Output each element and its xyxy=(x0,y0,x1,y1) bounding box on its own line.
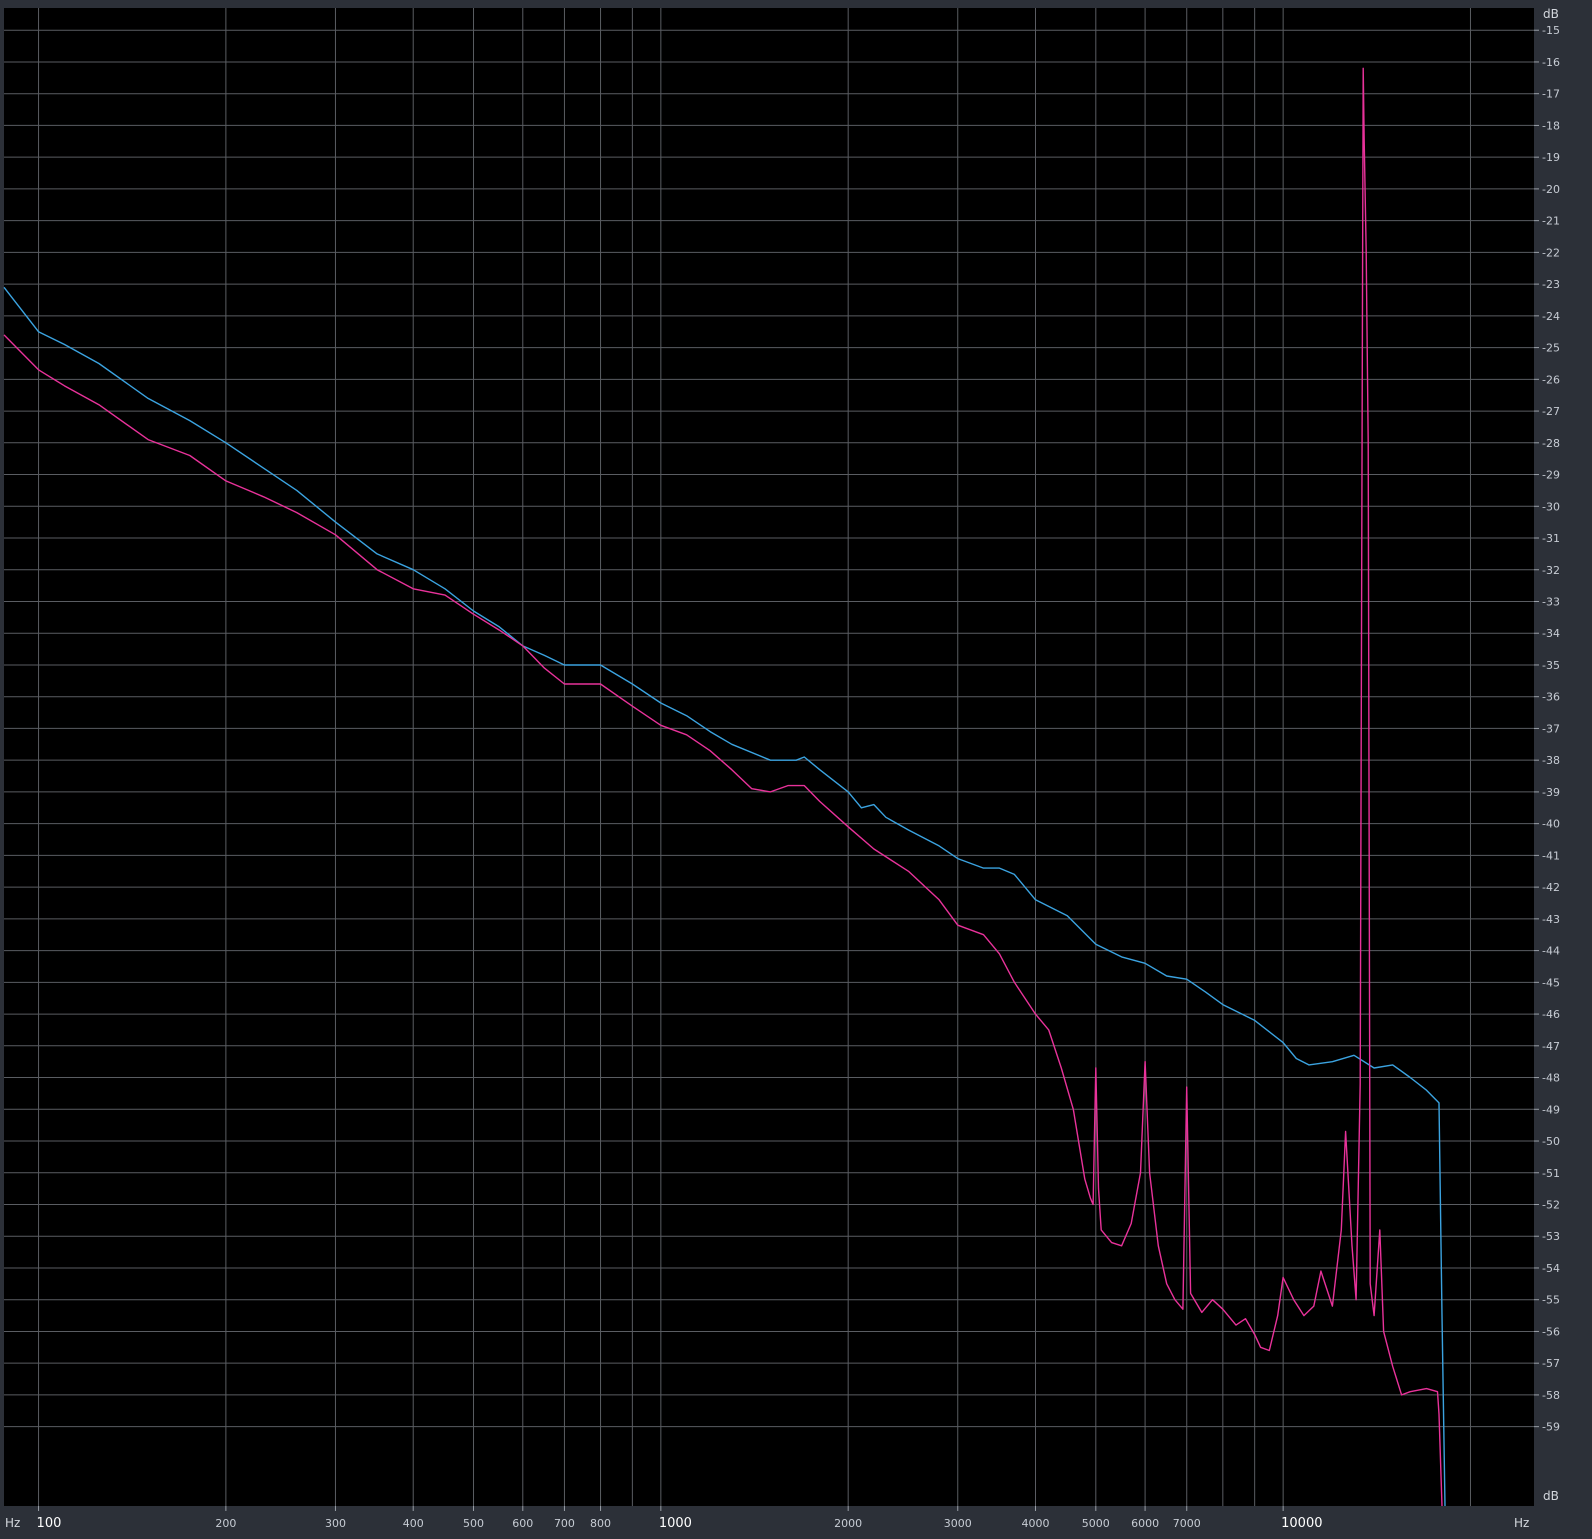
x-tick-label: 300 xyxy=(325,1517,346,1530)
y-tick-label: -40 xyxy=(1542,818,1560,831)
y-tick-label: -31 xyxy=(1542,532,1560,545)
y-tick-label: -45 xyxy=(1542,976,1560,989)
y-tick-label: -33 xyxy=(1542,595,1560,608)
spectrum-analyzer-window: 100 200 300 400 500 600 700 800 1000 2000 3000 4000… xyxy=(0,0,1592,1539)
y-tick-label: -30 xyxy=(1542,500,1560,513)
y-tick-label: -50 xyxy=(1542,1135,1560,1148)
y-tick-label: -22 xyxy=(1542,246,1560,259)
x-tick-label: 2000 xyxy=(834,1517,862,1530)
y-tick-label: -36 xyxy=(1542,691,1560,704)
y-tick-label: -48 xyxy=(1542,1072,1560,1085)
db-unit-label-bottom: dB xyxy=(1543,1489,1559,1503)
db-unit-label-top: dB xyxy=(1543,7,1559,21)
y-tick-label: -39 xyxy=(1542,786,1560,799)
y-tick-label: -34 xyxy=(1542,627,1560,640)
y-tick-label: -58 xyxy=(1542,1389,1560,1402)
hz-unit-label-right: Hz xyxy=(1514,1516,1529,1530)
plot-area xyxy=(4,8,1534,1506)
x-tick-label: 100 xyxy=(37,1516,62,1531)
x-tick-label: 500 xyxy=(463,1517,484,1530)
y-tick-label: -52 xyxy=(1542,1198,1560,1211)
x-tick-label: 4000 xyxy=(1022,1517,1050,1530)
x-tick-label: 800 xyxy=(590,1517,611,1530)
y-tick-label: -51 xyxy=(1542,1167,1560,1180)
y-tick-label: -16 xyxy=(1542,56,1560,69)
x-tick-label: 7000 xyxy=(1173,1517,1201,1530)
hz-unit-label-left: Hz xyxy=(5,1516,20,1530)
y-tick-label: -37 xyxy=(1542,722,1560,735)
x-tick-label: 3000 xyxy=(944,1517,972,1530)
y-tick-label: -23 xyxy=(1542,278,1560,291)
frequency-axis-labels: 100 200 300 400 500 600 700 800 1000 2000 3000 4000… xyxy=(37,1506,1322,1531)
y-tick-label: -15 xyxy=(1542,24,1560,37)
y-tick-label: -28 xyxy=(1542,437,1560,450)
y-tick-label: -29 xyxy=(1542,469,1560,482)
db-axis-labels: -15 -16 -17 -18 -19 -20 -21 -22 -23 -24 -25 -26 -27 -… xyxy=(1534,24,1560,1434)
y-tick-label: -24 xyxy=(1542,310,1560,323)
x-tick-label: 6000 xyxy=(1131,1517,1159,1530)
spectrum-plot: 100 200 300 400 500 600 700 800 1000 2000 3000 4000… xyxy=(3,7,1560,1531)
y-tick-label: -35 xyxy=(1542,659,1560,672)
y-tick-label: -44 xyxy=(1542,945,1560,958)
x-tick-label: 10000 xyxy=(1281,1516,1322,1531)
y-tick-label: -26 xyxy=(1542,373,1560,386)
y-tick-label: -21 xyxy=(1542,215,1560,228)
x-tick-label: 700 xyxy=(554,1517,575,1530)
y-tick-label: -47 xyxy=(1542,1040,1560,1053)
x-tick-label: 400 xyxy=(403,1517,424,1530)
y-tick-label: -56 xyxy=(1542,1325,1560,1338)
y-tick-label: -59 xyxy=(1542,1421,1560,1434)
y-tick-label: -27 xyxy=(1542,405,1560,418)
y-tick-label: -43 xyxy=(1542,913,1560,926)
y-tick-label: -53 xyxy=(1542,1230,1560,1243)
y-tick-label: -42 xyxy=(1542,881,1560,894)
y-tick-label: -54 xyxy=(1542,1262,1560,1275)
y-tick-label: -46 xyxy=(1542,1008,1560,1021)
y-tick-label: -17 xyxy=(1542,88,1560,101)
y-tick-label: -38 xyxy=(1542,754,1560,767)
y-tick-label: -20 xyxy=(1542,183,1560,196)
y-tick-label: -32 xyxy=(1542,564,1560,577)
y-tick-label: -41 xyxy=(1542,849,1560,862)
y-tick-label: -55 xyxy=(1542,1294,1560,1307)
y-tick-label: -18 xyxy=(1542,119,1560,132)
x-tick-label: 200 xyxy=(215,1517,236,1530)
x-tick-label: 1000 xyxy=(659,1516,692,1531)
y-tick-label: -57 xyxy=(1542,1357,1560,1370)
y-tick-label: -25 xyxy=(1542,342,1560,355)
y-tick-label: -49 xyxy=(1542,1103,1560,1116)
y-tick-label: -19 xyxy=(1542,151,1560,164)
x-tick-label: 600 xyxy=(512,1517,533,1530)
x-tick-label: 5000 xyxy=(1082,1517,1110,1530)
